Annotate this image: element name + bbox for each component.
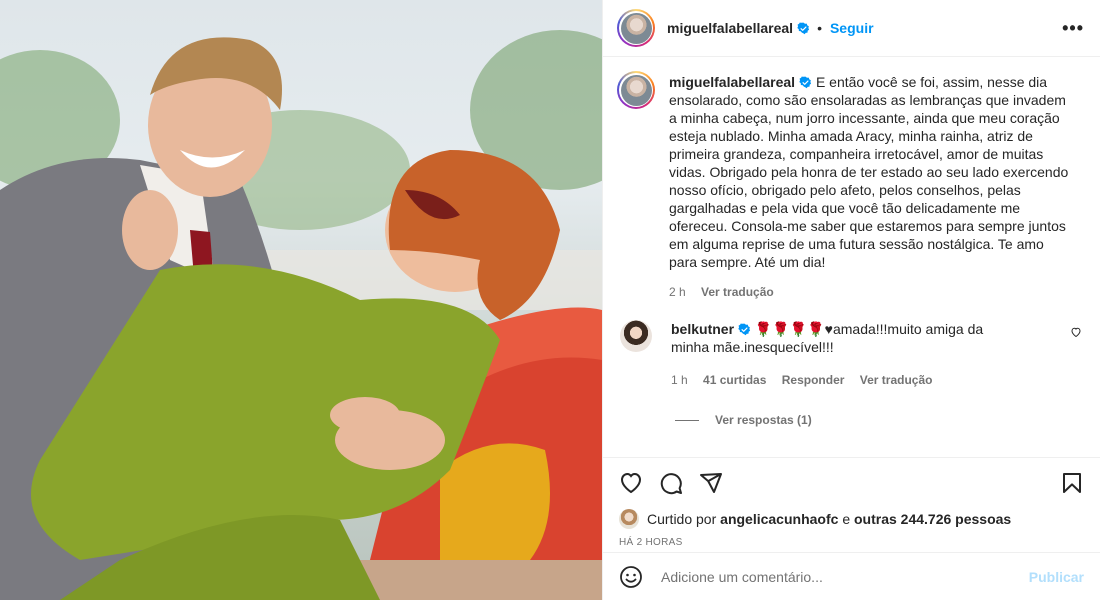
view-replies-button[interactable]: Ver respostas (1) xyxy=(675,413,1084,427)
likes-prefix: Curtido por xyxy=(647,511,717,527)
commenter-avatar[interactable] xyxy=(620,320,652,352)
caption-meta: 2 h Ver tradução xyxy=(669,283,1073,301)
author-username[interactable]: miguelfalabellareal xyxy=(667,20,793,36)
caption-username[interactable]: miguelfalabellareal xyxy=(669,74,795,90)
add-comment-bar: Publicar xyxy=(603,552,1100,600)
verified-icon xyxy=(797,22,810,34)
photo-illustration xyxy=(0,30,602,600)
follow-button[interactable]: Seguir xyxy=(830,20,874,36)
caption-avatar-frame xyxy=(619,73,653,107)
comment-like-heart-icon[interactable] xyxy=(1070,326,1082,338)
verified-icon xyxy=(738,323,751,336)
post-header: miguelfalabellareal • Seguir ••• xyxy=(603,0,1100,57)
commenter-username[interactable]: belkutner xyxy=(671,321,734,337)
share-icon[interactable] xyxy=(699,471,723,495)
post-photo[interactable] xyxy=(0,0,602,600)
comment-roses: 🌹🌹🌹🌹 xyxy=(754,321,825,337)
post-caption: miguelfalabellareal E então você se foi,… xyxy=(617,71,1084,301)
caption-avatar-image xyxy=(620,74,652,106)
likes-and: e xyxy=(842,511,851,527)
comments-area[interactable]: miguelfalabellareal E então você se foi,… xyxy=(603,57,1100,457)
comment-meta: 1 h 41 curtidas Responder Ver tradução xyxy=(671,371,1001,389)
post-actions: Curtido por angelicacunhaofc e outras 24… xyxy=(603,457,1100,552)
view-replies-label: Ver respostas (1) xyxy=(715,413,812,427)
author-avatar[interactable] xyxy=(617,9,655,47)
comment-input[interactable] xyxy=(659,567,1029,586)
replies-line xyxy=(675,419,699,421)
comment-icon[interactable] xyxy=(659,471,683,495)
likes-summary: Curtido por angelicacunhaofc e outras 24… xyxy=(619,509,1084,529)
publish-button[interactable]: Publicar xyxy=(1029,569,1084,585)
action-icons xyxy=(619,458,1084,508)
liker-avatar[interactable] xyxy=(619,509,639,529)
comment-time[interactable]: 1 h xyxy=(671,373,688,387)
post-viewer: miguelfalabellareal • Seguir ••• miguelf… xyxy=(0,0,1100,600)
post-side-panel: miguelfalabellareal • Seguir ••• miguelf… xyxy=(602,0,1100,600)
caption-see-translation[interactable]: Ver tradução xyxy=(701,285,774,299)
emoji-icon[interactable] xyxy=(619,565,643,589)
caption-time[interactable]: 2 h xyxy=(669,285,686,299)
author-avatar-image xyxy=(620,12,652,44)
heart-icon[interactable] xyxy=(619,471,643,495)
comment-reply-button[interactable]: Responder xyxy=(782,373,845,387)
liker-username[interactable]: angelicacunhaofc xyxy=(720,511,838,527)
bookmark-icon[interactable] xyxy=(1060,471,1084,495)
likes-others[interactable]: outras 244.726 pessoas xyxy=(854,511,1011,527)
post-time-ago[interactable]: HÁ 2 HORAS xyxy=(619,537,1084,548)
caption-body: miguelfalabellareal E então você se foi,… xyxy=(669,73,1073,301)
comment-body: belkutner 🌹🌹🌹🌹♥amada!!!muito amiga da mi… xyxy=(671,320,1001,389)
caption-text: E então você se foi, assim, nesse dia en… xyxy=(669,74,1069,270)
author-avatar-frame xyxy=(619,11,653,45)
caption-author-avatar[interactable] xyxy=(617,71,655,109)
verified-icon xyxy=(799,76,812,89)
comment-item: belkutner 🌹🌹🌹🌹♥amada!!!muito amiga da mi… xyxy=(617,320,1084,389)
comment-likes[interactable]: 41 curtidas xyxy=(703,373,766,387)
separator-dot: • xyxy=(817,20,822,36)
comment-see-translation[interactable]: Ver tradução xyxy=(860,373,933,387)
more-options-icon[interactable]: ••• xyxy=(1062,18,1084,39)
